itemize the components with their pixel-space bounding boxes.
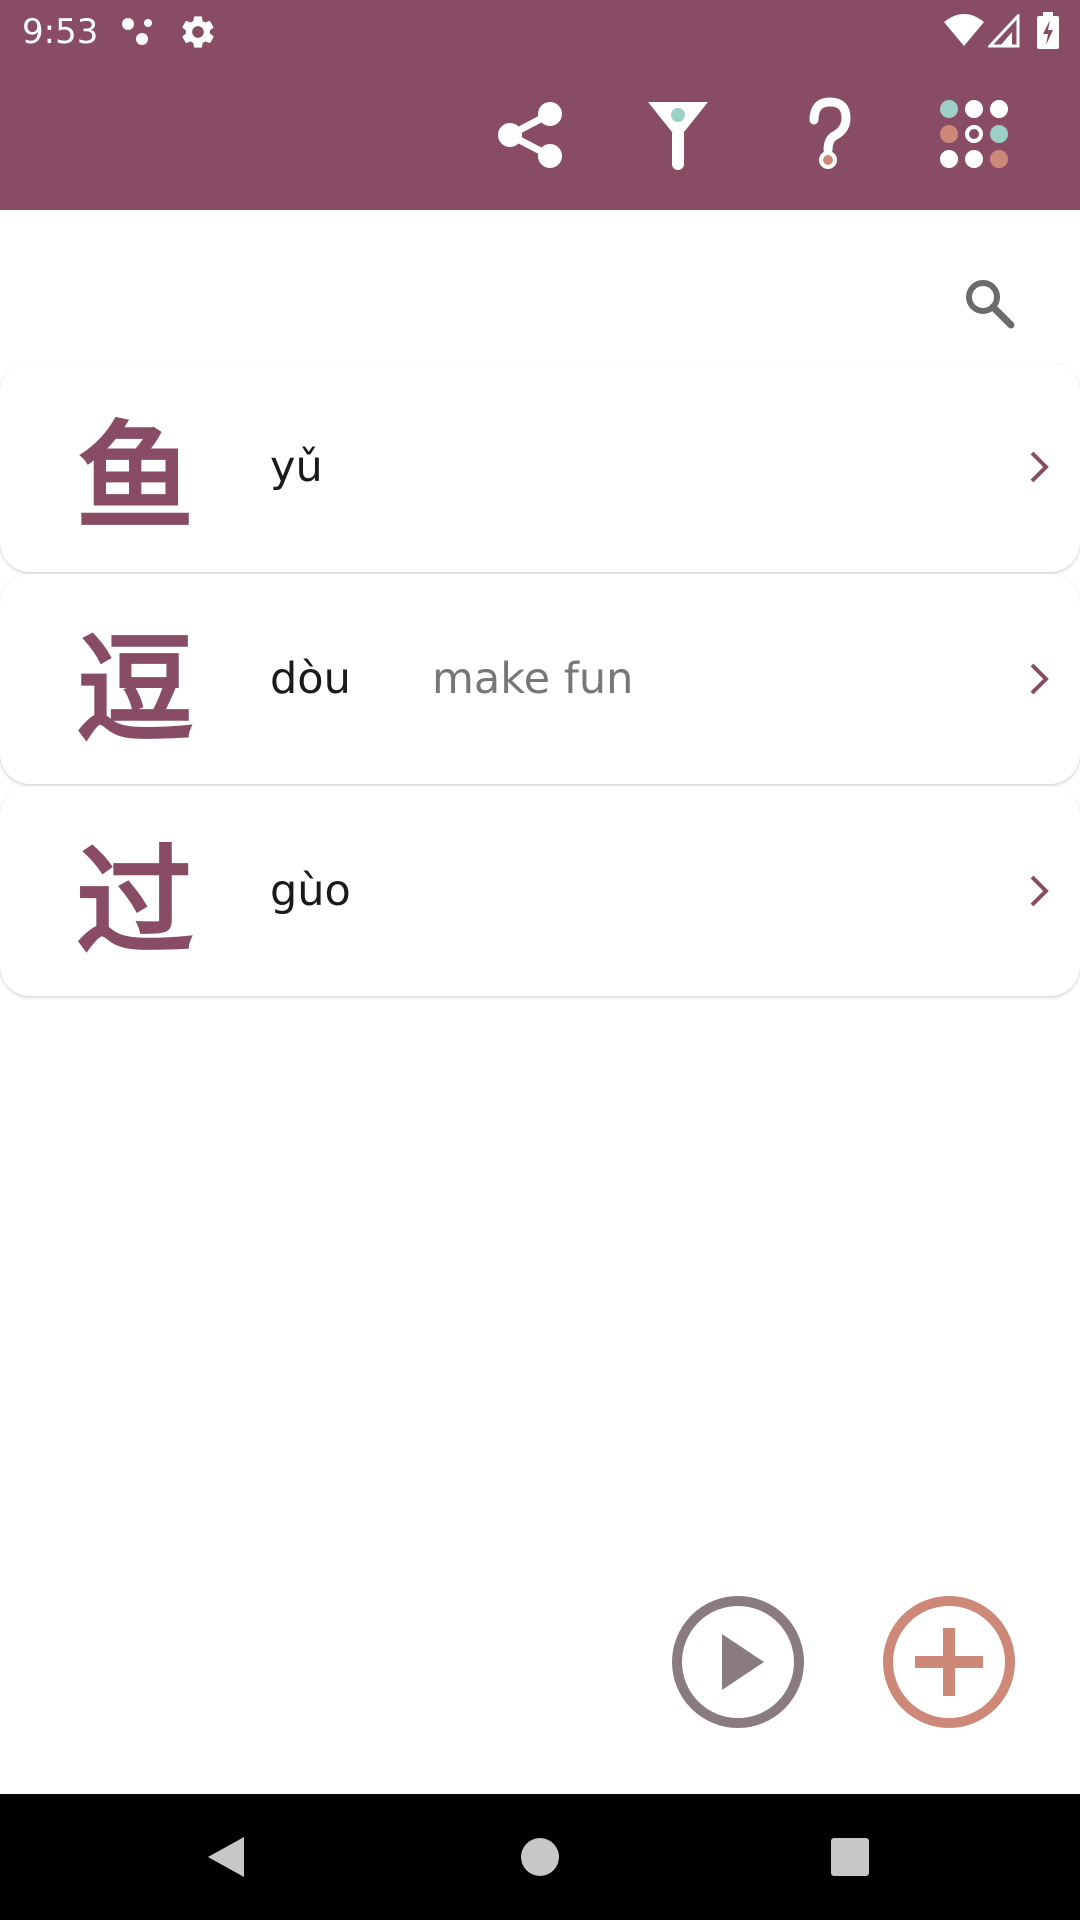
dots-icon <box>122 18 152 45</box>
status-time: 9:53 <box>22 12 99 52</box>
app-bar: 9:53 <box>0 0 1080 210</box>
back-icon[interactable] <box>196 1827 256 1887</box>
list-item[interactable]: 逗 dòu make fun <box>0 574 1080 784</box>
list-item[interactable]: 过 gùo <box>0 786 1080 996</box>
pinyin-label: yǔ <box>270 442 323 492</box>
meaning-label: make fun <box>432 654 634 704</box>
hanzi-character: 逗 <box>75 619 194 759</box>
wifi-icon <box>944 14 984 46</box>
list-item[interactable]: 鱼 yǔ <box>0 362 1080 572</box>
home-icon[interactable] <box>510 1827 570 1887</box>
chevron-right-icon <box>1030 663 1049 695</box>
settings-icon <box>182 16 214 48</box>
share-icon[interactable] <box>488 92 572 176</box>
navigation-bar <box>0 1794 1080 1920</box>
chevron-right-icon <box>1030 451 1049 483</box>
apps-grid-icon[interactable] <box>932 92 1016 176</box>
add-circle-icon[interactable] <box>879 1592 1019 1732</box>
recents-icon[interactable] <box>820 1827 880 1887</box>
help-icon[interactable] <box>786 92 870 176</box>
pinyin-label: gùo <box>270 866 351 916</box>
filter-icon[interactable] <box>636 92 720 176</box>
battery-charging-icon <box>1037 12 1059 49</box>
hanzi-character: 过 <box>75 831 194 971</box>
play-circle-icon[interactable] <box>668 1592 808 1732</box>
signal-icon <box>988 14 1020 48</box>
chevron-right-icon <box>1030 875 1049 907</box>
search-icon[interactable] <box>950 264 1030 344</box>
pinyin-label: dòu <box>270 654 351 704</box>
hanzi-character: 鱼 <box>75 407 194 547</box>
